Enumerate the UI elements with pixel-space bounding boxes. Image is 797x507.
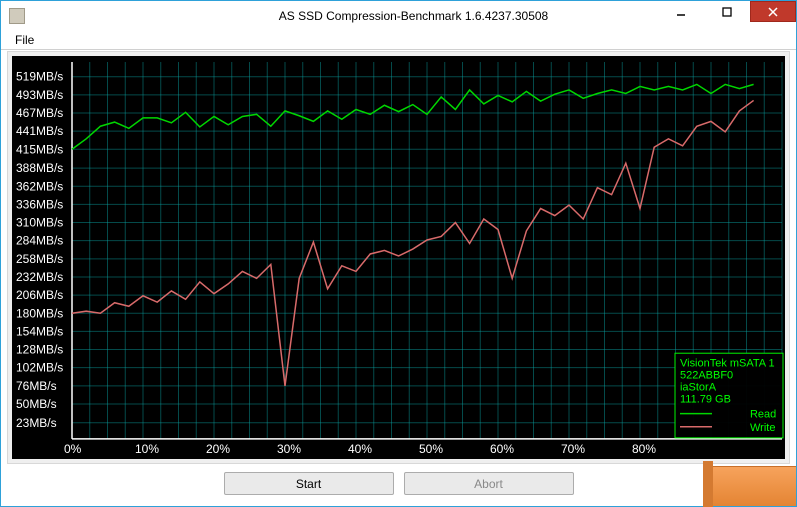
app-icon	[9, 8, 25, 24]
legend-capacity: 111.79 GB	[680, 394, 731, 406]
svg-text:310MB/s: 310MB/s	[16, 216, 63, 230]
compression-chart: 23MB/s 50MB/s 76MB/s 102MB/s 128MB/s 154MB/s 1…	[12, 56, 785, 459]
svg-text:76MB/s: 76MB/s	[16, 379, 57, 393]
menu-file[interactable]: File	[7, 31, 42, 49]
titlebar[interactable]: AS SSD Compression-Benchmark 1.6.4237.30…	[1, 1, 796, 30]
legend-write: Write	[750, 422, 775, 434]
svg-text:30%: 30%	[277, 442, 301, 456]
chart-svg: 23MB/s 50MB/s 76MB/s 102MB/s 128MB/s 154MB/s 1…	[12, 56, 785, 459]
svg-text:336MB/s: 336MB/s	[16, 197, 63, 211]
button-row: Start Abort	[1, 472, 796, 498]
svg-text:50%: 50%	[419, 442, 443, 456]
legend-driver: iaStorA	[680, 381, 717, 393]
chart-legend: VisionTek mSATA 1 522ABBF0 iaStorA 111.7…	[675, 353, 783, 438]
maximize-button[interactable]	[704, 1, 750, 22]
legend-firmware: 522ABBF0	[680, 369, 733, 381]
close-button[interactable]	[750, 1, 796, 22]
svg-text:206MB/s: 206MB/s	[16, 288, 63, 302]
svg-text:258MB/s: 258MB/s	[16, 252, 63, 266]
svg-text:0%: 0%	[64, 442, 82, 456]
legend-device: VisionTek mSATA 1	[680, 357, 775, 369]
abort-button: Abort	[404, 472, 574, 495]
svg-text:180MB/s: 180MB/s	[16, 306, 63, 320]
window-controls	[658, 1, 796, 22]
svg-text:441MB/s: 441MB/s	[16, 124, 63, 138]
svg-text:467MB/s: 467MB/s	[16, 106, 63, 120]
svg-text:50MB/s: 50MB/s	[16, 397, 57, 411]
client-area: 23MB/s 50MB/s 76MB/s 102MB/s 128MB/s 154MB/s 1…	[7, 51, 790, 464]
svg-text:80%: 80%	[632, 442, 656, 456]
svg-text:415MB/s: 415MB/s	[16, 142, 63, 156]
svg-text:70%: 70%	[561, 442, 585, 456]
minimize-button[interactable]	[658, 1, 704, 22]
svg-text:284MB/s: 284MB/s	[16, 234, 63, 248]
svg-text:40%: 40%	[348, 442, 372, 456]
svg-text:60%: 60%	[490, 442, 514, 456]
svg-text:388MB/s: 388MB/s	[16, 161, 63, 175]
svg-text:102MB/s: 102MB/s	[16, 361, 63, 375]
legend-read: Read	[750, 409, 776, 421]
svg-text:23MB/s: 23MB/s	[16, 416, 57, 430]
svg-text:232MB/s: 232MB/s	[16, 270, 63, 284]
svg-text:519MB/s: 519MB/s	[16, 70, 63, 84]
app-window: AS SSD Compression-Benchmark 1.6.4237.30…	[0, 0, 797, 507]
svg-text:128MB/s: 128MB/s	[16, 343, 63, 357]
start-button[interactable]: Start	[224, 472, 394, 495]
svg-text:362MB/s: 362MB/s	[16, 179, 63, 193]
svg-text:10%: 10%	[135, 442, 159, 456]
svg-text:493MB/s: 493MB/s	[16, 88, 63, 102]
watermark-ribbon	[708, 466, 796, 506]
menubar: File	[1, 30, 796, 50]
svg-text:20%: 20%	[206, 442, 230, 456]
svg-text:154MB/s: 154MB/s	[16, 324, 63, 338]
